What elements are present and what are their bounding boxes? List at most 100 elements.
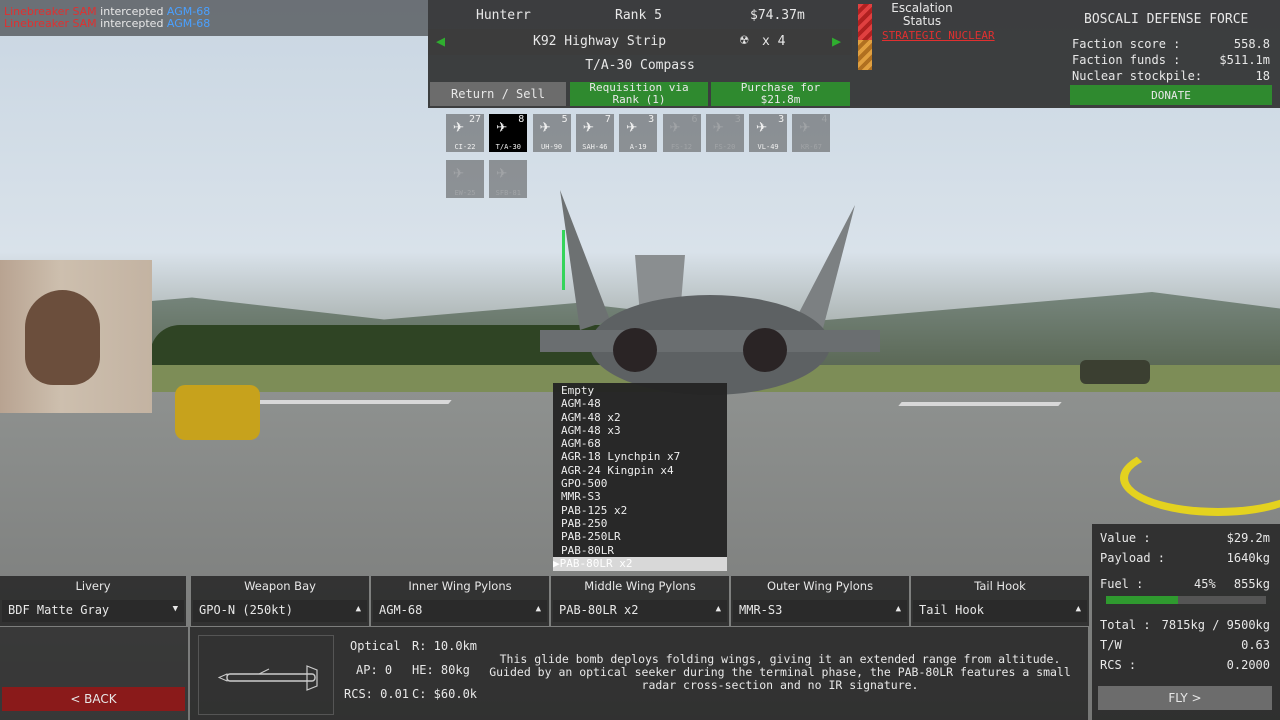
loadout-select[interactable]: MMR-S3 ▲ <box>733 600 907 622</box>
fuel-slider-fill <box>1106 596 1178 604</box>
loadout-select-value: MMR-S3 <box>739 603 783 617</box>
back-button[interactable]: < BACK <box>2 687 185 711</box>
weapon-preview <box>198 635 334 715</box>
aircraft-count: 7 <box>604 114 611 125</box>
jet-icon: ✈ <box>539 116 551 137</box>
aircraft-label: VL-49 <box>757 143 779 151</box>
airbase-name: K92 Highway Strip <box>533 34 667 49</box>
loadout-select-value: Tail Hook <box>919 603 985 617</box>
dropdown-option[interactable]: PAB-250LR <box>553 530 727 543</box>
loadout-select[interactable]: BDF Matte Gray ▼ <box>2 600 184 622</box>
nuclear-icon: ☢ <box>740 32 749 48</box>
dropdown-selected-option[interactable]: ▶PAB-80LR x2 <box>553 557 727 571</box>
loadout-slot: Tail Hook Tail Hook ▲ <box>911 576 1089 626</box>
loadout-select[interactable]: AGM-68 ▲ <box>373 600 547 622</box>
dropdown-option[interactable]: PAB-80LR <box>553 544 727 557</box>
loadout-slot-header: Livery <box>75 579 111 593</box>
loadout-select-value: PAB-80LR x2 <box>559 603 639 617</box>
jet-icon: ✈ <box>453 116 464 137</box>
dropdown-option[interactable]: PAB-125 x2 <box>553 504 727 517</box>
chevron-icon: ▲ <box>895 604 901 614</box>
jet-icon: ✈ <box>799 116 811 137</box>
fuel-slider[interactable] <box>1106 596 1266 604</box>
dropdown-option[interactable]: PAB-250 <box>553 517 727 530</box>
loadout-slot: Middle Wing Pylons PAB-80LR x2 ▲ <box>551 576 729 626</box>
aircraft-tile: ✈ EW-25 <box>446 160 484 198</box>
loadout-slot-header: Outer Wing Pylons <box>766 579 874 593</box>
aircraft-tile[interactable]: ✈ 3 VL-49 <box>749 114 788 152</box>
jet-icon: ✈ <box>496 162 508 183</box>
player-name: Hunterr <box>476 8 531 23</box>
airbase-nukes: x 4 <box>762 34 786 49</box>
loadout-select-value: AGM-68 <box>379 603 423 617</box>
prev-airbase-icon[interactable]: ◀ <box>436 32 445 50</box>
ground-cart <box>175 385 260 440</box>
webcam-overlay <box>0 260 152 413</box>
weapon-seeker: Optical <box>350 639 401 653</box>
aircraft-count: 5 <box>561 114 568 125</box>
aircraft-tile[interactable]: ✈ 5 UH-90 <box>532 114 571 152</box>
loadout-slot-header: Tail Hook <box>974 579 1026 593</box>
dropdown-option[interactable]: GPO-500 <box>553 477 727 490</box>
aircraft-count: 3 <box>778 114 785 125</box>
dropdown-option[interactable]: Empty <box>553 384 727 397</box>
weapon-range: R: 10.0km <box>412 639 478 653</box>
chevron-icon: ▲ <box>355 604 361 614</box>
donate-button[interactable]: DONATE <box>1070 85 1272 105</box>
dropdown-option[interactable]: MMR-S3 <box>553 490 727 503</box>
value-row: Value : $29.2m <box>1100 531 1270 545</box>
tank-vehicle <box>1080 360 1150 384</box>
aircraft-tile[interactable]: ✈ 27 CI-22 <box>446 114 484 152</box>
aircraft-label: SAH-46 <box>582 143 608 151</box>
player-funds: $74.37m <box>750 8 805 23</box>
runway-marking <box>248 400 452 404</box>
aircraft-count: 3 <box>734 114 741 125</box>
aircraft-tile[interactable]: ✈ 3 A-19 <box>619 114 658 152</box>
dropdown-option[interactable]: AGR-18 Lynchpin x7 <box>553 450 727 463</box>
total-weight-row: Total :7815kg / 9500kg <box>1100 618 1270 632</box>
loadout-select[interactable]: PAB-80LR x2 ▲ <box>553 600 727 622</box>
aircraft-tile[interactable]: ✈ 7 SAH-46 <box>575 114 614 152</box>
weapon-ap: AP: 0 <box>356 663 393 677</box>
dropdown-option[interactable]: AGM-48 x3 <box>553 424 727 437</box>
aircraft-label: FS-12 <box>670 143 693 151</box>
dropdown-option[interactable]: AGM-48 x2 <box>553 411 727 424</box>
aircraft-label: UH-90 <box>541 143 563 151</box>
fly-button[interactable]: FLY > <box>1098 686 1272 710</box>
requisition-button[interactable]: Requisition via Rank (1) <box>570 82 708 106</box>
aircraft-count: 8 <box>518 114 525 125</box>
escalation-level: STRATEGIC NUCLEAR <box>882 29 995 42</box>
jet-icon: ✈ <box>669 116 681 137</box>
loadout-slot: Outer Wing Pylons MMR-S3 ▲ <box>731 576 909 626</box>
aircraft-label: FS-20 <box>714 143 736 151</box>
nuclear-stockpile-row: Nuclear stockpile: 18 <box>1072 69 1270 83</box>
airbase-selector: ◀ K92 Highway Strip ☢ x 4 ▶ <box>428 29 852 55</box>
dropdown-option[interactable]: AGR-24 Kingpin x4 <box>553 464 727 477</box>
return-sell-button[interactable]: Return / Sell <box>430 82 566 106</box>
loadout-slot: Inner Wing Pylons AGM-68 ▲ <box>371 576 549 626</box>
dropdown-option[interactable]: AGM-48 <box>553 397 727 410</box>
aircraft-label: CI-22 <box>454 143 476 151</box>
loadout-slot: Livery BDF Matte Gray ▼ <box>0 576 186 626</box>
loadout-slot-header: Middle Wing Pylons <box>584 579 696 593</box>
loadout-select[interactable]: GPO-N (250kt) ▲ <box>193 600 367 622</box>
purchase-button[interactable]: Purchase for $21.8m <box>711 82 850 106</box>
loadout-select[interactable]: Tail Hook ▲ <box>913 600 1087 622</box>
next-airbase-icon[interactable]: ▶ <box>832 32 841 50</box>
aircraft-tile: ✈ 6 FS-12 <box>662 114 701 152</box>
glide-bomb-icon <box>217 665 318 691</box>
chevron-icon: ▲ <box>1075 604 1081 614</box>
aircraft-count: 6 <box>691 114 698 125</box>
payload-row: Payload :1640kg <box>1100 551 1270 565</box>
dropdown-option[interactable]: AGM-68 <box>553 437 727 450</box>
aircraft-count: 4 <box>821 114 828 125</box>
rcs-row: RCS :0.2000 <box>1100 658 1270 672</box>
faction-funds-row: Faction funds : $511.1m <box>1072 53 1270 67</box>
aircraft-label: A-19 <box>629 143 647 151</box>
aircraft-tile[interactable]: ✈ 8 T/A-30 <box>489 114 528 152</box>
aircraft-tile: ✈ 3 FS-20 <box>705 114 744 152</box>
kill-feed: Linebreaker SAM intercepted AGM-68 Lineb… <box>0 0 428 36</box>
streamer-figure <box>25 290 100 385</box>
loadout-select-value: BDF Matte Gray <box>8 603 110 617</box>
chevron-icon: ▲ <box>535 604 541 614</box>
